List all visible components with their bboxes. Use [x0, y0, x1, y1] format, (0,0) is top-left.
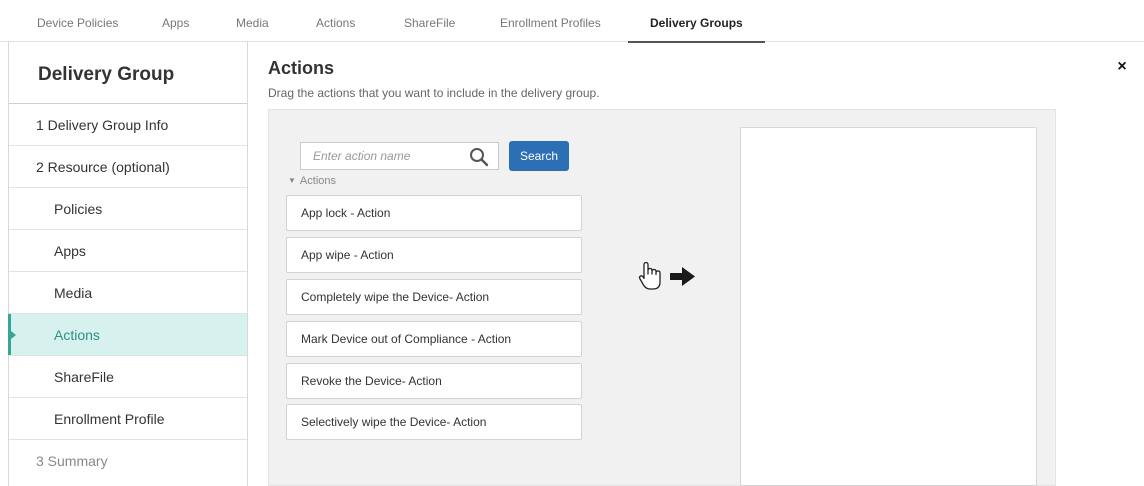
tab-media[interactable]: Media — [236, 0, 269, 42]
arrow-right-icon — [670, 267, 695, 286]
search-icon[interactable] — [469, 147, 489, 167]
search-field — [300, 142, 499, 170]
action-item-app-lock[interactable]: App lock - Action — [286, 195, 582, 231]
selected-actions-drop-zone[interactable] — [740, 127, 1037, 486]
tab-sharefile[interactable]: ShareFile — [404, 0, 455, 42]
sidebar-item-delivery-group-info[interactable]: 1 Delivery Group Info — [9, 104, 247, 146]
sidebar-item-policies[interactable]: Policies — [9, 188, 247, 230]
top-tab-bar: Device Policies Apps Media Actions Share… — [0, 0, 1144, 43]
sidebar-item-actions[interactable]: Actions — [8, 314, 247, 356]
drag-hint — [638, 261, 695, 290]
caret-down-icon: ▼ — [288, 176, 296, 185]
search-input[interactable] — [301, 143, 461, 169]
tab-delivery-groups[interactable]: Delivery Groups — [628, 0, 765, 43]
tab-device-policies[interactable]: Device Policies — [37, 0, 118, 42]
hand-pointer-icon — [638, 261, 661, 290]
search-button[interactable]: Search — [509, 141, 569, 171]
actions-group-toggle[interactable]: ▼ Actions — [288, 175, 336, 187]
tab-actions[interactable]: Actions — [316, 0, 355, 42]
action-item-revoke-device[interactable]: Revoke the Device- Action — [286, 363, 582, 399]
sidebar-item-media[interactable]: Media — [9, 272, 247, 314]
sidebar-item-apps[interactable]: Apps — [9, 230, 247, 272]
sidebar-item-summary[interactable]: 3 Summary — [9, 440, 247, 482]
action-item-app-wipe[interactable]: App wipe - Action — [286, 237, 582, 273]
sidebar-item-enrollment-profile[interactable]: Enrollment Profile — [9, 398, 247, 440]
tab-apps[interactable]: Apps — [162, 0, 189, 42]
actions-group-label: Actions — [299, 175, 336, 187]
close-icon[interactable]: × — [1114, 58, 1130, 76]
page-title: Actions — [268, 58, 335, 78]
sidebar-item-resource[interactable]: 2 Resource (optional) — [9, 146, 247, 188]
wizard-sidebar: Delivery Group 1 Delivery Group Info 2 R… — [8, 42, 248, 486]
action-item-completely-wipe[interactable]: Completely wipe the Device- Action — [286, 279, 582, 315]
tab-enrollment-profiles[interactable]: Enrollment Profiles — [500, 0, 601, 42]
sidebar-item-sharefile[interactable]: ShareFile — [9, 356, 247, 398]
action-item-mark-out-of-compliance[interactable]: Mark Device out of Compliance - Action — [286, 321, 582, 357]
action-item-selectively-wipe[interactable]: Selectively wipe the Device- Action — [286, 404, 582, 440]
sidebar-title: Delivery Group — [9, 42, 247, 104]
page-subtitle: Drag the actions that you want to includ… — [268, 86, 600, 100]
